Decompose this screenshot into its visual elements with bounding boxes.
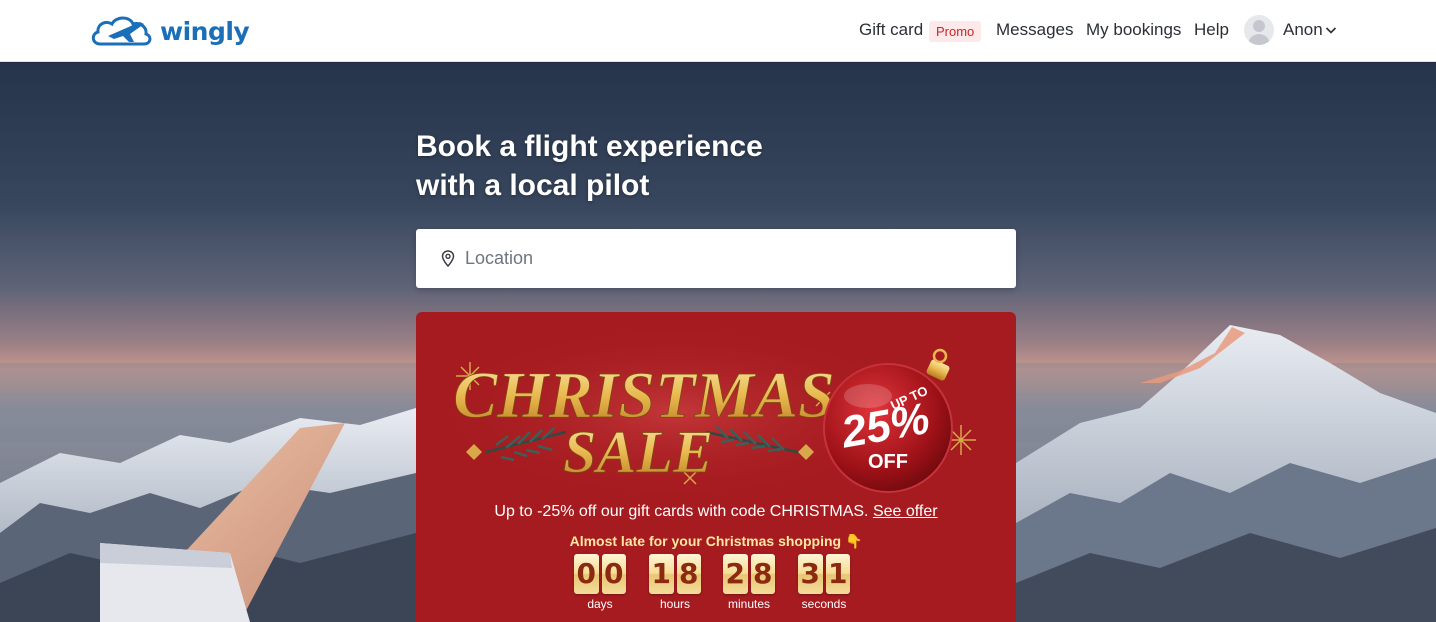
hero-section: Book a flight experience with a local pi… (0, 63, 1436, 622)
hero-title: Book a flight experience with a local pi… (416, 127, 916, 205)
hero-title-line-1: Book a flight experience (416, 130, 763, 163)
top-navigation-bar: wingly Gift card Promo Messages My booki… (0, 0, 1436, 62)
logo-text: wingly (160, 16, 250, 46)
countdown-digit: 8 (750, 554, 775, 594)
promo-badge[interactable]: Promo (929, 21, 982, 42)
nav-help-link[interactable]: Help (1194, 20, 1229, 40)
countdown-digit: 1 (825, 554, 850, 594)
hero-title-line-2: with a local pilot (416, 169, 650, 202)
offer-description: Up to -25% off our gift cards with code … (416, 503, 1016, 521)
countdown-label: seconds (801, 597, 847, 611)
nav-gift-card-link[interactable]: Gift card (859, 20, 923, 40)
nav-my-bookings-link[interactable]: My bookings (1086, 20, 1181, 40)
plane-cloud-icon (91, 16, 152, 46)
countdown-digit: 1 (649, 554, 674, 594)
countdown-days: 0 0 days (574, 554, 626, 611)
avatar[interactable] (1244, 15, 1274, 45)
offer-text: Up to -25% off our gift cards with code … (494, 503, 869, 520)
see-offer-link[interactable]: See offer (873, 503, 938, 520)
urgency-text: Almost late for your Christmas shopping … (569, 533, 863, 549)
countdown-timer: 0 0 days 1 8 hours 2 8 minutes 3 1 secon… (574, 554, 864, 614)
countdown-digit: 0 (601, 554, 626, 594)
countdown-hours: 1 8 hours (649, 554, 701, 611)
avatar-body (1248, 34, 1270, 45)
wingly-logo[interactable]: wingly (90, 10, 250, 52)
countdown-seconds: 3 1 seconds (798, 554, 850, 611)
countdown-label: days (587, 597, 613, 611)
countdown-label: hours (659, 597, 691, 611)
christmas-sale-banner[interactable]: CHRISTMAS SALE UP TO 25% OFF Up to -25% … (416, 312, 1016, 622)
map-pin-icon (441, 250, 455, 267)
countdown-label: minutes (727, 597, 771, 611)
countdown-digit: 8 (676, 554, 701, 594)
sale-title-sale: SALE (563, 419, 713, 485)
ornament-off-text: OFF (868, 451, 908, 473)
countdown-digit: 0 (574, 554, 599, 594)
countdown-digit: 2 (723, 554, 748, 594)
location-input[interactable] (465, 229, 995, 288)
location-search-box[interactable] (416, 229, 1016, 288)
countdown-minutes: 2 8 minutes (723, 554, 775, 611)
avatar-head (1253, 20, 1265, 32)
countdown-digit: 3 (798, 554, 823, 594)
chevron-down-icon[interactable] (1325, 24, 1337, 36)
user-menu-name[interactable]: Anon (1283, 20, 1323, 40)
christmas-sale-artwork: CHRISTMAS SALE UP TO 25% OFF (426, 322, 976, 502)
nav-messages-link[interactable]: Messages (996, 20, 1073, 40)
